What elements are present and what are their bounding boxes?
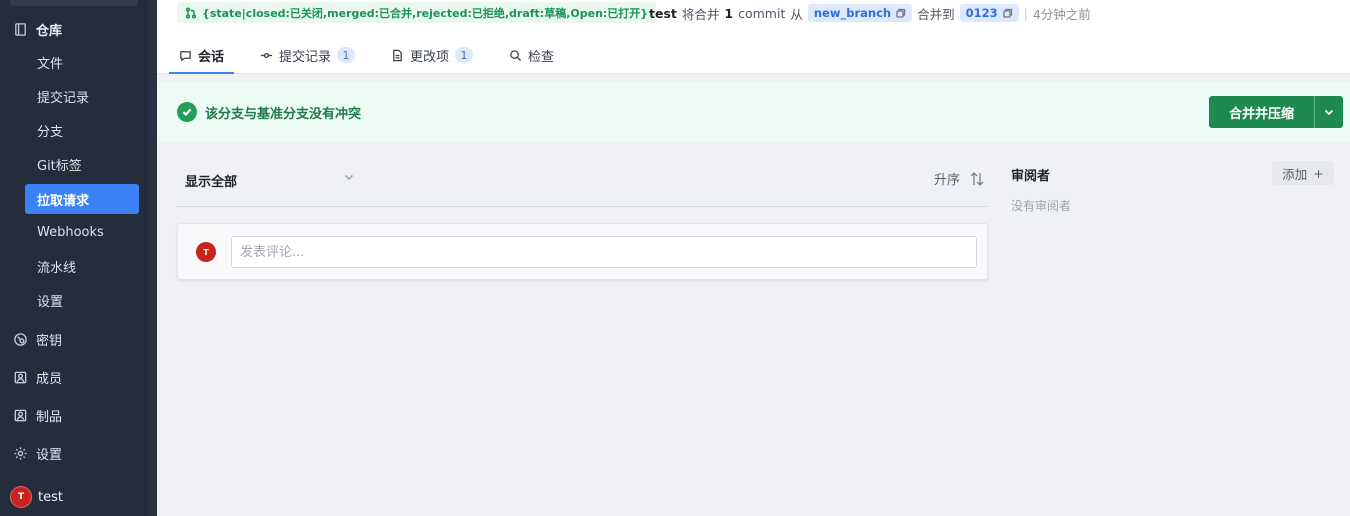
merge-options-dropdown[interactable] bbox=[1315, 96, 1343, 128]
comment-input[interactable] bbox=[231, 236, 977, 268]
search-icon bbox=[510, 49, 522, 61]
sidebar-scroll-edge bbox=[148, 0, 157, 516]
sidebar-item-label: 设置 bbox=[37, 294, 64, 310]
target-branch-name: 0123 bbox=[965, 6, 998, 20]
file-icon bbox=[393, 49, 402, 61]
into-text: 合并到 bbox=[917, 6, 955, 22]
copy-icon[interactable] bbox=[896, 8, 906, 18]
tab-count-badge: 1 bbox=[337, 47, 356, 63]
copy-icon[interactable] bbox=[1002, 8, 1013, 18]
sidebar-item-tags[interactable]: Git标签 bbox=[25, 149, 139, 179]
target-branch-chip[interactable]: 0123 bbox=[959, 4, 1019, 22]
chat-icon bbox=[180, 50, 191, 61]
sidebar-item-label: 密钥 bbox=[36, 334, 63, 349]
pull-request-tabs: 会话 提交记录 1 更改项 1 检查 bbox=[169, 36, 580, 74]
sidebar-item-label: Webhooks bbox=[37, 224, 104, 240]
sidebar-section-label: 仓库 bbox=[36, 24, 63, 39]
sidebar-item-secrets[interactable]: 密钥 bbox=[12, 330, 62, 349]
merge-summary: test 将合并 1 commit 从 new_branch 合并到 0123 … bbox=[649, 3, 1091, 23]
pull-request-header: {state|closed:已关闭,merged:已合并,rejected:已拒… bbox=[157, 0, 1350, 74]
commit-icon bbox=[260, 52, 273, 58]
artifacts-icon bbox=[12, 408, 28, 424]
chevron-down-icon bbox=[1324, 109, 1334, 116]
status-badge-text: {state|closed:已关闭,merged:已合并,rejected:已拒… bbox=[202, 6, 649, 20]
sidebar-item-pull-requests[interactable]: 拉取请求 bbox=[25, 184, 139, 214]
sort-order-toggle[interactable]: 升序 bbox=[934, 169, 986, 188]
tab-count-badge: 1 bbox=[455, 47, 474, 63]
user-menu[interactable]: T test bbox=[10, 486, 63, 508]
tab-label: 检查 bbox=[528, 49, 555, 65]
tab-conversation[interactable]: 会话 bbox=[169, 36, 235, 74]
sidebar-item-label: 制品 bbox=[36, 410, 63, 425]
merge-action-text: 将合并 bbox=[681, 6, 720, 22]
sidebar-item-label: 流水线 bbox=[37, 260, 77, 276]
tab-changes[interactable]: 更改项 1 bbox=[381, 36, 483, 74]
activity-filter-select[interactable]: 显示全部 bbox=[185, 171, 237, 190]
check-circle-icon bbox=[177, 102, 197, 122]
sidebar-item-files[interactable]: 文件 bbox=[25, 47, 139, 77]
sidebar-top-bar bbox=[10, 0, 138, 6]
repository-icon bbox=[12, 22, 28, 38]
sort-icon bbox=[970, 171, 984, 186]
no-reviewers-text: 没有审阅者 bbox=[1011, 199, 1072, 213]
sidebar-item-label: 提交记录 bbox=[37, 90, 90, 106]
timestamp: 4分钟之前 bbox=[1032, 6, 1091, 22]
merge-status-banner: 该分支与基准分支没有冲突 合并并压缩 bbox=[157, 82, 1350, 142]
sidebar-item-pipelines[interactable]: 流水线 bbox=[25, 251, 139, 281]
sidebar-item-label: 分支 bbox=[37, 124, 64, 140]
sidebar-item-settings[interactable]: 设置 bbox=[12, 444, 62, 463]
tab-label: 更改项 bbox=[410, 49, 450, 65]
from-text: 从 bbox=[790, 6, 803, 22]
avatar: T bbox=[196, 242, 216, 262]
gear-icon bbox=[12, 446, 28, 462]
add-reviewer-button[interactable]: 添加 + bbox=[1272, 161, 1334, 185]
add-reviewer-label: 添加 bbox=[1282, 166, 1308, 182]
members-icon bbox=[12, 370, 28, 386]
squash-merge-button[interactable]: 合并并压缩 bbox=[1209, 96, 1315, 128]
merge-split-button: 合并并压缩 bbox=[1209, 96, 1343, 128]
sidebar-item-branches[interactable]: 分支 bbox=[25, 115, 139, 145]
sidebar-item-commits[interactable]: 提交记录 bbox=[25, 81, 139, 111]
sidebar: 仓库 文件 提交记录 分支 Git标签 拉取请求 Webhooks 流水线 设置… bbox=[0, 0, 148, 516]
sidebar-item-artifacts[interactable]: 制品 bbox=[12, 406, 62, 425]
chevron-down-icon[interactable] bbox=[343, 171, 355, 187]
source-branch-chip[interactable]: new_branch bbox=[807, 4, 913, 22]
sidebar-item-label: 设置 bbox=[36, 448, 63, 463]
sidebar-item-label: Git标签 bbox=[37, 158, 82, 174]
tab-commits[interactable]: 提交记录 1 bbox=[250, 36, 365, 74]
commit-word: commit bbox=[738, 5, 786, 21]
pull-request-icon bbox=[185, 6, 197, 19]
commit-count: 1 bbox=[724, 5, 734, 21]
tab-label: 提交记录 bbox=[279, 49, 332, 65]
status-badge: {state|closed:已关闭,merged:已合并,rejected:已拒… bbox=[177, 2, 657, 23]
sidebar-item-repo-settings[interactable]: 设置 bbox=[25, 285, 139, 315]
sidebar-section-repository[interactable]: 仓库 bbox=[12, 20, 62, 39]
sidebar-item-members[interactable]: 成员 bbox=[12, 368, 62, 387]
avatar: T bbox=[10, 486, 32, 508]
plus-icon: + bbox=[1313, 165, 1324, 181]
sidebar-item-label: 文件 bbox=[37, 56, 64, 72]
sidebar-item-webhooks[interactable]: Webhooks bbox=[25, 217, 139, 247]
sidebar-item-label: 成员 bbox=[36, 372, 63, 387]
comment-composer: T bbox=[177, 223, 988, 280]
reviewers-heading: 审阅者 bbox=[1011, 169, 1051, 184]
key-icon bbox=[12, 332, 28, 348]
source-branch-name: new_branch bbox=[813, 6, 892, 20]
user-name: test bbox=[38, 489, 63, 505]
author-name[interactable]: test bbox=[649, 6, 677, 21]
sidebar-item-label: 拉取请求 bbox=[37, 193, 90, 209]
separator: | bbox=[1023, 5, 1028, 21]
tab-label: 会话 bbox=[198, 49, 225, 65]
tab-checks[interactable]: 检查 bbox=[499, 36, 564, 74]
sort-label: 升序 bbox=[933, 173, 960, 188]
activity-toolbar: 显示全部 升序 bbox=[177, 160, 988, 207]
merge-status-text: 该分支与基准分支没有冲突 bbox=[205, 107, 362, 122]
